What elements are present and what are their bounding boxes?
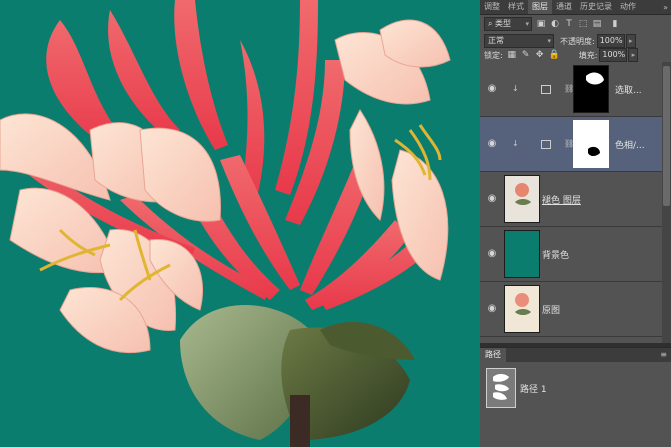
lock-label: 锁定: [484, 50, 503, 60]
layer-name[interactable]: 原图 [542, 303, 560, 316]
filter-toggle-icon[interactable]: ▮ [610, 19, 620, 29]
lock-transparency-icon[interactable]: ▦ [507, 50, 517, 60]
path-thumbnail[interactable] [486, 368, 516, 408]
path-name[interactable]: 路径 1 [520, 382, 547, 395]
tab-channels[interactable]: 通道 [552, 0, 576, 14]
panel-menu-icon[interactable]: ≡ [660, 348, 667, 362]
layers-panel: 调整 样式 图层 通道 历史记录 动作 » ⌕ 类型 ▾ ▣ ◐ T ⬚ ▤ ▮… [480, 0, 671, 447]
layer-thumbnail[interactable] [504, 175, 540, 223]
eye-icon[interactable]: ◉ [486, 303, 498, 315]
flower-artwork [0, 0, 451, 447]
lock-row: 锁定: ▦ ✎ ✥ 🔒 填充: 100% ▸ [480, 48, 671, 62]
eye-icon[interactable]: ◉ [486, 193, 498, 205]
layer-mask-thumbnail[interactable] [573, 65, 609, 113]
layer-row[interactable]: ◉ 背景色 [480, 227, 662, 282]
opacity-field[interactable]: 100% [596, 34, 625, 48]
layer-thumbnail[interactable] [504, 285, 540, 333]
chevron-down-icon: ▾ [547, 37, 551, 45]
eye-icon[interactable]: ◉ [486, 138, 498, 150]
lock-move-icon[interactable]: ✥ [535, 50, 545, 60]
paths-panel-footer [480, 418, 671, 447]
tab-styles[interactable]: 样式 [504, 0, 528, 14]
filter-pixel-icon[interactable]: ▣ [536, 19, 546, 29]
adjustment-layer-icon [541, 85, 551, 94]
filter-type-icon[interactable]: T [564, 19, 574, 29]
layer-name[interactable]: 选取... [615, 83, 642, 96]
layers-list: ◉ ↓ ⛓ 选取... ◉ ↓ ⛓ 色相/... ◉ 褪色 图层 ◉ 背景色 ◉… [480, 62, 671, 343]
layer-mask-thumbnail[interactable] [573, 120, 609, 168]
panel-more-icon[interactable]: » [663, 3, 671, 12]
layer-row[interactable]: ◉ 原图 [480, 282, 662, 337]
chevron-down-icon: ▾ [525, 20, 529, 28]
tab-history[interactable]: 历史记录 [576, 0, 616, 14]
document-canvas[interactable] [0, 0, 480, 447]
photoshop-window: 调整 样式 图层 通道 历史记录 动作 » ⌕ 类型 ▾ ▣ ◐ T ⬚ ▤ ▮… [0, 0, 671, 447]
clip-arrow-icon: ↓ [512, 139, 519, 148]
blend-mode-select[interactable]: 正常 ▾ [484, 34, 554, 48]
panel-tabbar: 调整 样式 图层 通道 历史记录 动作 » [480, 0, 671, 15]
layer-name[interactable]: 背景色 [542, 248, 569, 261]
layer-row-selected[interactable]: ◉ ↓ ⛓ 色相/... [480, 117, 662, 172]
blend-mode-value: 正常 [488, 36, 504, 45]
filter-adjustment-icon[interactable]: ◐ [550, 19, 560, 29]
clip-arrow-icon: ↓ [512, 84, 519, 93]
path-item[interactable]: 路径 1 [480, 362, 671, 416]
filter-smartobject-icon[interactable]: ▤ [592, 19, 602, 29]
layer-thumbnail[interactable] [504, 230, 540, 278]
opacity-dropdown-icon[interactable]: ▸ [625, 34, 636, 48]
layer-row[interactable]: ◉ ↓ ⛓ 选取... [480, 62, 662, 117]
layer-name[interactable]: 色相/... [615, 138, 645, 151]
fill-dropdown-icon[interactable]: ▸ [628, 48, 639, 62]
layers-scrollbar[interactable] [662, 62, 671, 343]
layer-row[interactable]: ◉ 褪色 图层 [480, 172, 662, 227]
scrollbar-thumb[interactable] [663, 66, 670, 206]
adjustment-layer-icon [541, 140, 551, 149]
fill-label: 填充: [578, 50, 598, 60]
tab-layers[interactable]: 图层 [528, 0, 552, 14]
filter-kind-value: 类型 [495, 19, 512, 28]
fill-field[interactable]: 100% [599, 48, 628, 62]
eye-icon[interactable]: ◉ [486, 83, 498, 95]
tab-actions[interactable]: 动作 [616, 0, 640, 14]
filter-search-icon: ⌕ [488, 19, 496, 28]
paths-panel-header: 路径 ≡ [480, 347, 671, 362]
filter-shape-icon[interactable]: ⬚ [578, 19, 588, 29]
filter-kind-select[interactable]: ⌕ 类型 ▾ [484, 17, 532, 31]
tab-adjustments[interactable]: 调整 [480, 0, 504, 14]
opacity-label: 不透明度: [560, 36, 595, 46]
layer-filter-row: ⌕ 类型 ▾ ▣ ◐ T ⬚ ▤ ▮ [480, 15, 671, 33]
tab-paths[interactable]: 路径 [480, 348, 506, 362]
lock-paint-icon[interactable]: ✎ [521, 50, 531, 60]
layer-name[interactable]: 褪色 图层 [542, 193, 581, 206]
eye-icon[interactable]: ◉ [486, 248, 498, 260]
lock-all-icon[interactable]: 🔒 [549, 50, 560, 60]
